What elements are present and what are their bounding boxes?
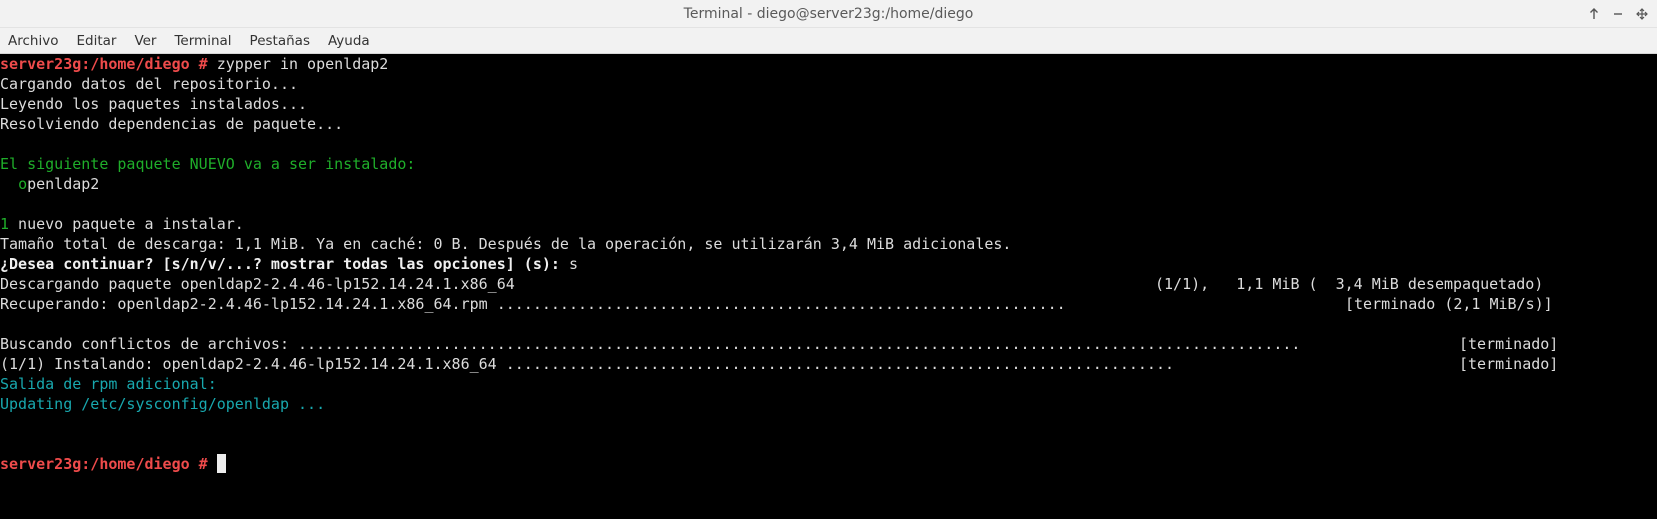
menubar: Archivo Editar Ver Terminal Pestañas Ayu… [0, 28, 1657, 54]
menu-ayuda[interactable]: Ayuda [328, 33, 370, 49]
menu-editar[interactable]: Editar [76, 33, 116, 49]
package-name: openldap2 [0, 174, 99, 195]
package-count-number: 1 [0, 215, 10, 233]
package-count: 1 nuevo paquete a instalar. [0, 214, 244, 235]
install-right: [terminado] [1459, 355, 1559, 373]
package-count-text: nuevo paquete a instalar. [9, 215, 244, 233]
menu-pestanas[interactable]: Pestañas [250, 33, 310, 49]
output-line: Leyendo los paquetes instalados... [0, 95, 308, 113]
install-line: (1/1) Instalando: openldap2-2.4.46-lp152… [0, 354, 1657, 375]
rpm-output-header: Salida de rpm adicional: [0, 375, 217, 393]
prompt-line: server23g:/home/diego # [0, 454, 226, 475]
download-right: (1/1), 1,1 MiB ( 3,4 MiB desempaquetado) [1155, 275, 1544, 293]
download-left: Descargando paquete openldap2-2.4.46-lp1… [0, 275, 515, 293]
retrieve-right: [terminado (2,1 MiB/s)] [1345, 295, 1553, 313]
prompt: server23g:/home/diego # [0, 55, 208, 73]
terminal-output[interactable]: server23g:/home/diego # zypper in openld… [0, 54, 1657, 519]
conflicts-right: [terminado] [1459, 335, 1559, 353]
maximize-up-icon[interactable] [1587, 7, 1601, 21]
menu-archivo[interactable]: Archivo [8, 33, 58, 49]
package-first-letter: o [18, 175, 28, 193]
install-left: (1/1) Instalando: openldap2-2.4.46-lp152… [0, 355, 1174, 373]
menu-ver[interactable]: Ver [134, 33, 156, 49]
download-line: Descargando paquete openldap2-2.4.46-lp1… [0, 274, 1657, 295]
output-line: Cargando datos del repositorio... [0, 75, 299, 93]
new-package-header: El siguiente paquete NUEVO va a ser inst… [0, 155, 416, 173]
minimize-icon[interactable] [1611, 7, 1625, 21]
command-text: zypper in openldap2 [207, 55, 389, 73]
cursor [216, 454, 226, 473]
window-controls [1587, 0, 1649, 28]
menu-terminal[interactable]: Terminal [174, 33, 231, 49]
prompt: server23g:/home/diego # [0, 455, 208, 473]
conflicts-line: Buscando conflictos de archivos: .......… [0, 334, 1657, 355]
confirm-line: ¿Desea continuar? [s/n/v/...? mostrar to… [0, 254, 578, 275]
package-name-rest: penldap2 [27, 175, 100, 193]
resize-icon[interactable] [1635, 7, 1649, 21]
confirm-prompt: ¿Desea continuar? [s/n/v/...? mostrar to… [0, 255, 560, 273]
retrieve-line: Recuperando: openldap2-2.4.46-lp152.14.2… [0, 294, 1657, 315]
window-title: Terminal - diego@server23g:/home/diego [683, 6, 974, 22]
output-line: Resolviendo dependencias de paquete... [0, 115, 344, 133]
command-line: server23g:/home/diego # zypper in openld… [0, 54, 388, 75]
conflicts-left: Buscando conflictos de archivos: .......… [0, 335, 1301, 353]
retrieve-left: Recuperando: openldap2-2.4.46-lp152.14.2… [0, 295, 1066, 313]
download-size-line: Tamaño total de descarga: 1,1 MiB. Ya en… [0, 235, 1012, 253]
window-titlebar[interactable]: Terminal - diego@server23g:/home/diego [0, 0, 1657, 28]
updating-line: Updating /etc/sysconfig/openldap ... [0, 395, 326, 413]
confirm-answer: s [559, 255, 578, 273]
